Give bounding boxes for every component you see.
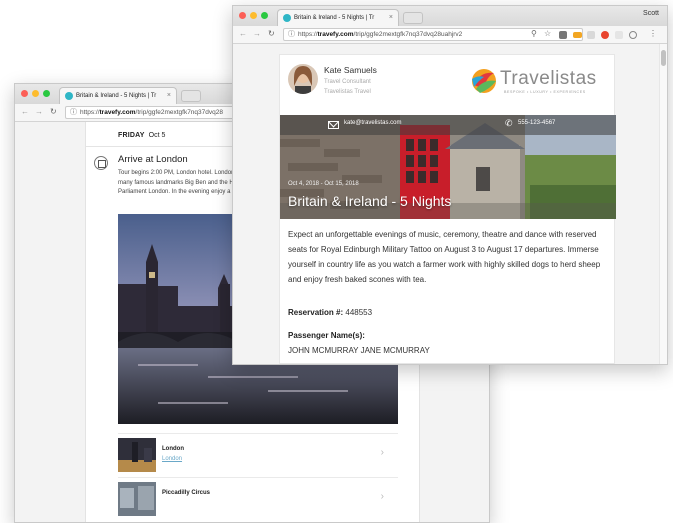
scrollbar-thumb[interactable] xyxy=(661,50,666,66)
bookmark-star-icon[interactable]: ☆ xyxy=(544,29,551,38)
url-domain: travefy.com xyxy=(317,31,354,38)
trip-card: Kate Samuels Travel Consultant Travelist… xyxy=(279,54,616,364)
url-prefix: https:// xyxy=(298,31,318,38)
more-menu-icon[interactable]: ⋮ xyxy=(649,29,657,38)
passenger-label-line: Passenger Name(s): xyxy=(288,331,365,340)
url-path: /trip/ggfe2mextgfk7nq37dvq28 xyxy=(135,109,223,116)
extension-icon[interactable] xyxy=(573,32,582,38)
passenger-label: Passenger Name(s): xyxy=(288,331,365,340)
piccadilly-thumbnail xyxy=(118,482,156,516)
list-item[interactable]: London London › xyxy=(118,433,398,475)
place-title: London xyxy=(162,446,184,452)
window-controls xyxy=(21,90,50,97)
brand-name: Travelistas xyxy=(500,68,597,89)
event-title[interactable]: Arrive at London xyxy=(118,154,188,165)
day-header: FRIDAY Oct 5 xyxy=(118,132,165,139)
agent-name: Kate Samuels xyxy=(324,65,377,75)
front-browser-window: Britain & Ireland - 5 Nights | Tr × Scot… xyxy=(232,5,668,365)
travefy-favicon-icon xyxy=(283,14,291,22)
extension-icon[interactable] xyxy=(629,31,637,39)
title-bar: Britain & Ireland - 5 Nights | Tr × Scot… xyxy=(233,6,667,26)
search-icon[interactable]: ⚲ xyxy=(531,29,537,38)
page-viewport: Kate Samuels Travel Consultant Travelist… xyxy=(233,44,667,364)
agent-phone[interactable]: 555-123-4567 xyxy=(518,120,555,126)
agent-email[interactable]: kate@travelistas.com xyxy=(344,120,401,126)
brand-tagline: BESPOKE • LUXURY • EXPERIENCES xyxy=(504,90,586,94)
url-path: /trip/ggfe2mextgfk7nq37dvq28uahjrv2 xyxy=(353,31,463,38)
browser-tab[interactable]: Britain & Ireland - 5 Nights | Tr × xyxy=(59,87,177,104)
extension-icon[interactable] xyxy=(615,31,623,39)
extension-icon[interactable] xyxy=(601,31,609,39)
close-window-button[interactable] xyxy=(21,90,28,97)
reservation-number: 448553 xyxy=(345,308,373,317)
calendar-icon xyxy=(94,156,108,170)
scrollbar[interactable] xyxy=(659,44,667,364)
lock-icon: ⓘ xyxy=(288,31,295,38)
url-bar[interactable]: ⓘ https://travefy.com/trip/ggfe2mextgfk7… xyxy=(283,28,583,41)
envelope-icon xyxy=(328,121,339,129)
minimize-window-button[interactable] xyxy=(32,90,39,97)
phone-icon: ✆ xyxy=(505,118,513,128)
tab-close-icon[interactable]: × xyxy=(167,88,171,104)
reload-icon[interactable]: ↻ xyxy=(50,107,57,116)
back-arrow-icon[interactable]: ← xyxy=(239,29,247,38)
agent-company: Travelistas Travel xyxy=(324,89,371,95)
reservation-label: Reservation #: xyxy=(288,308,344,317)
profile-name[interactable]: Scott xyxy=(643,10,659,17)
forward-arrow-icon[interactable]: → xyxy=(253,29,261,38)
travelistas-logo: Travelistas BESPOKE • LUXURY • EXPERIENC… xyxy=(470,67,606,99)
travefy-favicon-icon xyxy=(65,92,73,100)
agent-avatar xyxy=(288,64,318,94)
travelistas-logo-mark-icon xyxy=(472,69,496,93)
tab-title: Britain & Ireland - 5 Nights | Tr xyxy=(76,93,157,99)
trip-title: Britain & Ireland - 5 Nights xyxy=(288,193,452,209)
day-label: FRIDAY xyxy=(118,132,145,139)
shield-extension-icon[interactable] xyxy=(559,31,567,39)
window-controls xyxy=(239,12,268,19)
browser-tab[interactable]: Britain & Ireland - 5 Nights | Tr × xyxy=(277,9,399,26)
tab-title: Britain & Ireland - 5 Nights | Tr xyxy=(294,15,375,21)
back-arrow-icon[interactable]: ← xyxy=(21,107,29,116)
trip-dates: Oct 4, 2018 - Oct 15, 2018 xyxy=(288,181,359,187)
new-tab-button[interactable] xyxy=(181,90,201,102)
passenger-names: JOHN MCMURRAY JANE MCMURRAY xyxy=(288,346,430,355)
maximize-window-button[interactable] xyxy=(261,12,268,19)
url-prefix: https:// xyxy=(80,109,100,116)
contact-strip: kate@travelistas.com ✆ 555-123-4567 xyxy=(280,115,616,135)
agent-role: Travel Consultant xyxy=(324,79,371,85)
trip-hero-image: kate@travelistas.com ✆ 555-123-4567 Oct … xyxy=(280,115,616,219)
reload-icon[interactable]: ↻ xyxy=(268,29,275,38)
address-toolbar: ← → ↻ ⓘ https://travefy.com/trip/ggfe2me… xyxy=(233,26,667,44)
place-link[interactable]: London xyxy=(162,456,182,462)
reservation-line: Reservation #: 448553 xyxy=(288,308,372,317)
tab-close-icon[interactable]: × xyxy=(389,10,393,26)
chevron-right-icon: › xyxy=(380,491,384,502)
extension-icon[interactable] xyxy=(587,31,595,39)
url-domain: travefy.com xyxy=(99,109,136,116)
new-tab-button[interactable] xyxy=(403,12,423,24)
chevron-right-icon: › xyxy=(380,447,384,458)
forward-arrow-icon[interactable]: → xyxy=(35,107,43,116)
lock-icon: ⓘ xyxy=(70,109,77,116)
london-thumbnail xyxy=(118,438,156,472)
place-title: Piccadilly Circus xyxy=(162,490,211,496)
minimize-window-button[interactable] xyxy=(250,12,257,19)
day-date: Oct 5 xyxy=(148,132,166,139)
close-window-button[interactable] xyxy=(239,12,246,19)
trip-description: Expect an unforgettable evenings of musi… xyxy=(288,230,601,284)
maximize-window-button[interactable] xyxy=(43,90,50,97)
list-item[interactable]: Piccadilly Circus › xyxy=(118,477,398,519)
